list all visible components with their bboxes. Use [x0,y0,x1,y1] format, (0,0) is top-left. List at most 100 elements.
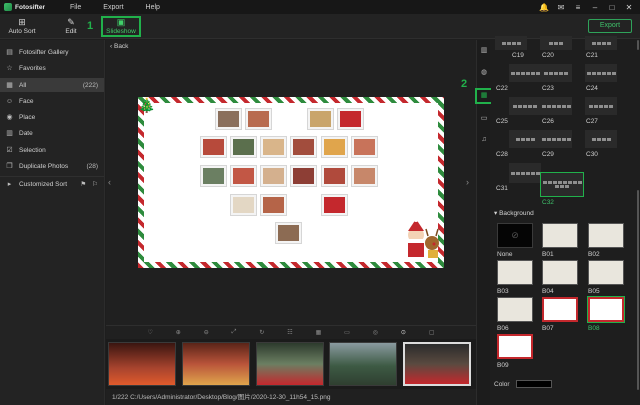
background-option[interactable] [497,297,533,322]
prev-arrow-icon[interactable]: ‹ [108,177,111,187]
background-label: B01 [542,251,554,258]
layout-thumb[interactable] [509,163,541,183]
sidebar-item-place[interactable]: ◉ Place [0,110,104,124]
zoom-in-icon[interactable]: ⊕ [176,329,181,336]
background-option[interactable] [497,260,533,285]
layout-thumb-selected[interactable] [540,172,584,197]
layout-thumb[interactable] [540,97,572,115]
layout-thumb[interactable] [585,130,617,148]
layout-label: C28 [496,151,508,158]
zoom-out-icon[interactable]: ⊖ [204,329,209,336]
background-option[interactable] [542,260,578,285]
background-title: Background [499,210,534,217]
filmstrip-thumbnail-selected[interactable] [403,342,471,386]
info-panel-icon[interactable]: ▥ [477,46,491,54]
mail-icon[interactable]: ✉ [554,3,568,12]
layout-scrollbar[interactable] [637,40,639,50]
layout-thumb[interactable] [540,64,572,82]
rotate-icon[interactable]: ↻ [259,329,264,336]
filmstrip-thumbnail[interactable] [182,342,250,386]
layout-label: C24 [586,85,598,92]
layout-thumb[interactable] [585,64,617,82]
sidebar-item-face[interactable]: ☺ Face [0,94,104,108]
background-label: B03 [497,288,509,295]
color-label: Color [494,380,510,388]
background-option[interactable] [588,260,624,285]
preview-area: ‹ Back ‹ › 🎄 ♡ ⊕ ⊖ ⤢ ↻ ☷ ▦ ▭ ◎ ⊙ ▢ 1/222… [106,40,476,405]
grid-view-icon[interactable]: ▦ [316,329,322,336]
music-panel-icon[interactable]: ♫ [477,136,491,143]
background-option[interactable] [588,223,624,248]
eye-icon[interactable]: ◎ [373,329,378,336]
step-2-annotation: 2 [461,78,468,90]
layout-thumb[interactable] [509,64,541,82]
filmstrip-thumbnail[interactable] [329,342,397,386]
layout-thumb[interactable] [495,36,527,50]
align-icon[interactable]: ☷ [287,329,292,336]
filter-panel-icon[interactable]: ◍ [477,68,491,76]
slideshow-card: 🎄 [138,97,444,268]
slideshow-label: Slideshow [106,28,136,35]
heart-icon[interactable]: ♡ [147,329,152,336]
sidebar-item-label: Selection [19,146,46,154]
auto-sort-button[interactable]: ⊞ Auto Sort [6,16,38,37]
layout-thumb[interactable] [509,97,541,115]
sidebar-item-customized-sort[interactable]: ▸ Customized Sort ⚑ ⚐ [0,177,104,191]
fit-screen-icon[interactable]: ⤢ [232,329,237,336]
sidebar-item-favorites[interactable]: ☆ Favorites [0,61,104,75]
filmstrip-thumbnail[interactable] [256,342,324,386]
sidebar-item-duplicates[interactable]: ❐ Duplicate Photos (28) [0,159,104,173]
background-scrollbar[interactable] [637,190,639,390]
menu-export[interactable]: Export [103,4,123,11]
background-option[interactable] [497,334,533,359]
background-option-selected[interactable] [587,296,625,323]
step-1-annotation: 1 [87,20,94,32]
delete-icon[interactable]: ▢ [429,329,435,336]
edit-label: Edit [65,28,77,35]
frame-icon[interactable]: ▭ [344,329,350,336]
layout-thumb[interactable] [585,97,617,115]
star-icon: ☆ [6,65,13,72]
next-arrow-icon[interactable]: › [466,177,469,187]
background-none-option[interactable]: ⊘ [497,223,533,248]
export-button[interactable]: Export [588,19,632,33]
notification-bell-icon[interactable]: 🔔 [537,3,551,12]
maximize-icon[interactable]: □ [605,3,619,12]
layout-thumb[interactable] [540,130,572,148]
sidebar-item-selection[interactable]: ☑ Selection [0,143,104,157]
menu-bar: File Export Help [70,4,182,11]
menu-help[interactable]: Help [146,4,160,11]
layout-thumb[interactable] [540,36,572,50]
layout-thumb[interactable] [585,36,617,50]
toggle-icon[interactable]: ⊙ [401,329,406,336]
back-label: Back [113,43,129,50]
flag-icon[interactable]: ⚐ [92,180,98,188]
sidebar-item-label: Place [19,113,36,121]
sidebar-item-gallery[interactable]: ▤ Fotosifter Gallery [0,45,104,59]
menu-file[interactable]: File [70,4,81,11]
back-button[interactable]: ‹ Back [110,43,128,50]
edit-button[interactable]: ✎ Edit [60,16,82,37]
layout-label: C20 [542,52,554,59]
minimize-icon[interactable]: – [588,3,602,12]
background-option[interactable] [542,297,578,322]
slideshow-icon: ▣ [116,17,126,27]
sidebar-item-all[interactable]: ▦ All (222) [0,78,104,92]
bookmark-icon[interactable]: ⚑ [80,180,86,188]
background-option[interactable] [542,223,578,248]
layout-label-selected: C32 [542,199,554,206]
layout-label: C31 [496,185,508,192]
none-slash-icon: ⊘ [511,230,519,240]
background-section-header[interactable]: ▾ Background [494,209,534,217]
layout-thumb[interactable] [509,130,541,148]
filmstrip-thumbnail[interactable] [108,342,176,386]
close-icon[interactable]: ✕ [622,3,636,12]
menu-lines-icon[interactable]: ≡ [571,3,585,12]
background-label-selected: B08 [588,325,600,332]
background-panel-icon[interactable]: ▭ [477,114,491,122]
slideshow-button[interactable]: ▣ Slideshow [101,16,141,37]
layout-label: C27 [586,118,598,125]
caret-right-icon: ▸ [7,181,12,188]
sidebar-item-date[interactable]: ▥ Date [0,126,104,140]
color-swatch[interactable] [515,380,552,388]
